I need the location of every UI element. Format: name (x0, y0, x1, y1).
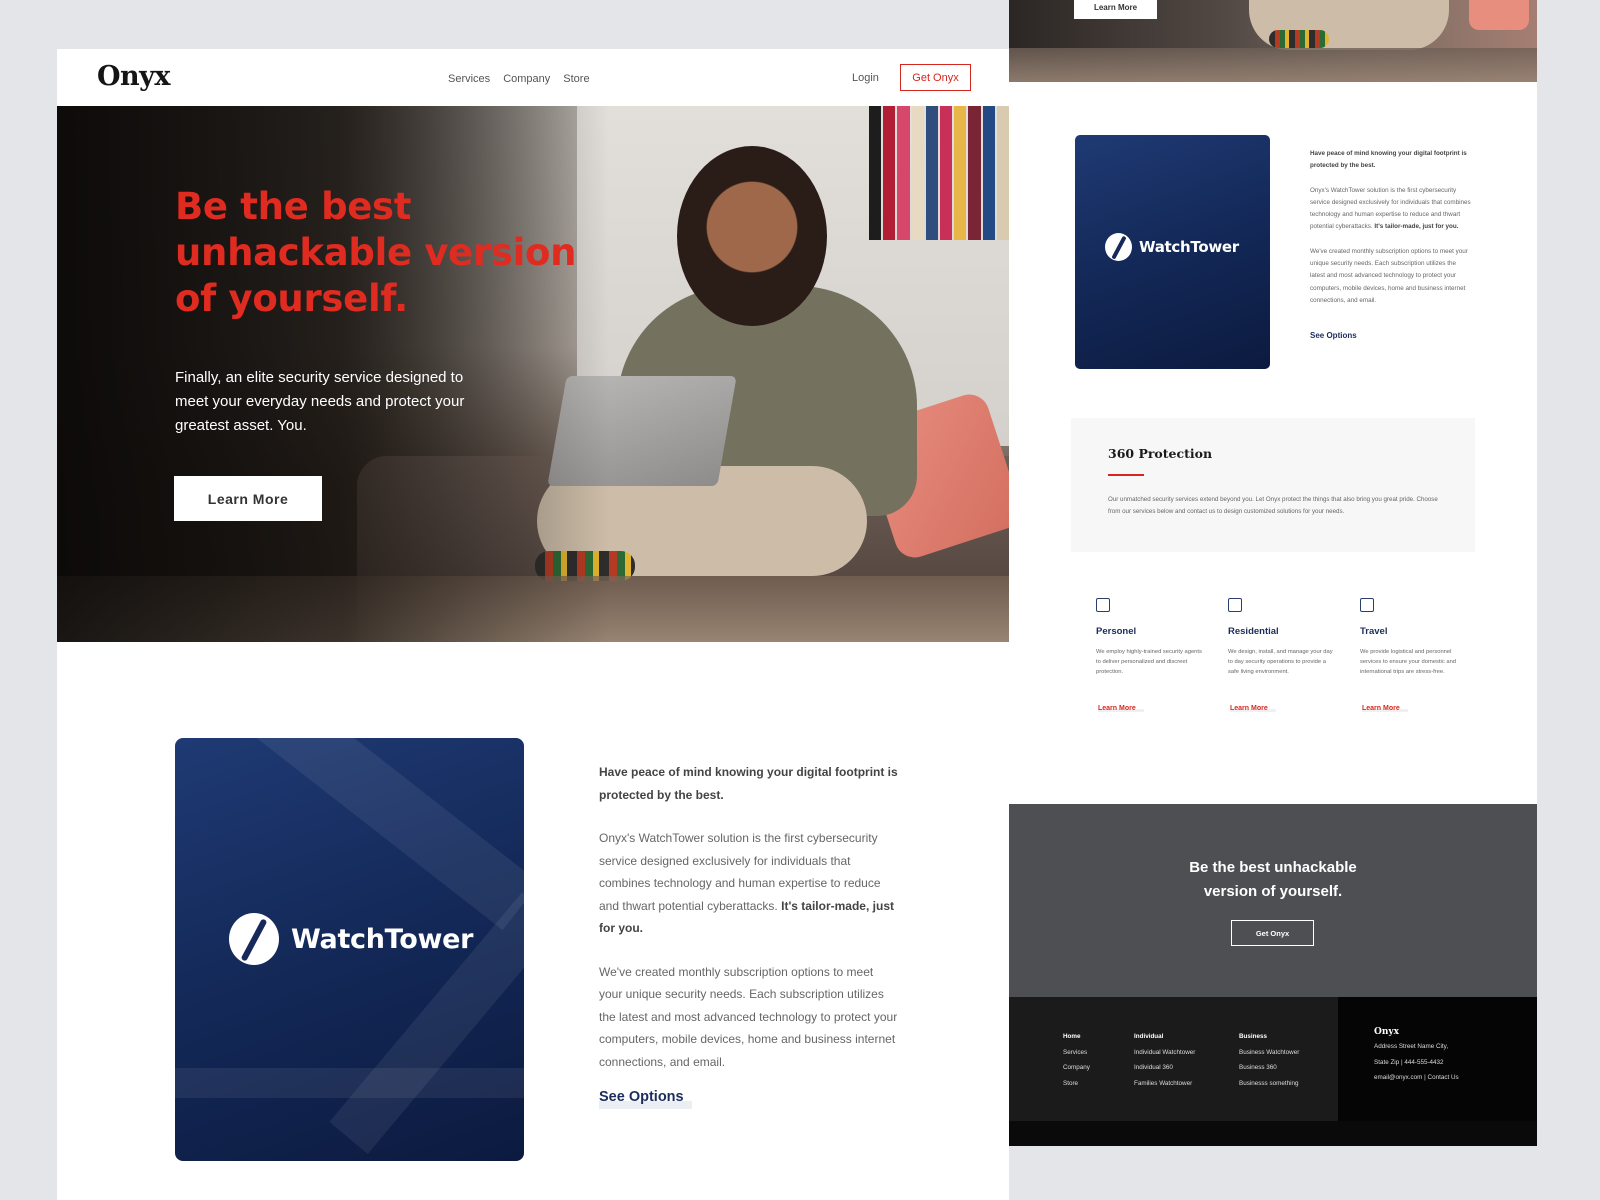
cta-title: Be the best unhackable version of yourse… (1189, 859, 1357, 900)
cta-section: Be the best unhackable version of yourse… (1009, 804, 1537, 997)
hero-photo-pillow (1469, 0, 1529, 30)
learn-more-button-small[interactable]: Learn More (1074, 0, 1157, 19)
footer-link[interactable]: Individual 360 (1134, 1060, 1195, 1076)
nav-link-store[interactable]: Store (563, 73, 589, 85)
watchtower-lead-small: Have peace of mind knowing your digital … (1310, 150, 1467, 170)
footer-link[interactable]: Individual Watchtower (1134, 1045, 1195, 1061)
service-text: We design, install, and manage your day … (1228, 649, 1333, 675)
see-options-link-small[interactable]: See Options (1310, 331, 1357, 340)
footer-address: Address Street Name City, (1374, 1043, 1449, 1050)
watchtower-copy-small: Have peace of mind knowing your digital … (1310, 148, 1472, 319)
hero-photo-table (1009, 48, 1537, 82)
watchtower-mark-icon (229, 913, 279, 965)
watchtower-paragraph-1-small: Onyx's WatchTower solution is the first … (1310, 186, 1471, 231)
personnel-icon (1096, 598, 1110, 612)
footer-contact: Onyx Address Street Name City, State Zip… (1374, 1025, 1459, 1086)
hero-section-bottom: Learn More (1009, 0, 1537, 82)
protection-text: Our unmatched security services extend b… (1108, 496, 1438, 515)
watchtower-card-small: WatchTower (1075, 135, 1270, 369)
hero-title: Be the best unhackable version of yourse… (175, 185, 577, 320)
service-travel: Travel We provide logistical and personn… (1360, 598, 1470, 712)
homepage-desktop: Onyx Services Company Store Login Get On… (57, 49, 1009, 1200)
footer-address-2: State Zip | 444-555-4432 (1374, 1058, 1444, 1066)
protection-section: 360 Protection Our unmatched security se… (1071, 418, 1475, 552)
watchtower-name: WatchTower (291, 923, 474, 955)
service-personnel: Personel We employ highly-trained securi… (1096, 598, 1206, 712)
footer-link[interactable]: Businesss something (1239, 1076, 1299, 1092)
hero-photo-sock (1269, 30, 1329, 48)
service-text: We provide logistical and personnel serv… (1360, 649, 1457, 675)
footer-col-business: Business Business Watchtower Business 36… (1239, 1029, 1299, 1091)
footer-email[interactable]: email@onyx.com | Contact Us (1374, 1070, 1459, 1086)
service-learn-more-link[interactable]: Learn More (1230, 705, 1276, 712)
get-onyx-button[interactable]: Get Onyx (900, 64, 971, 91)
protection-title: 360 Protection (1108, 446, 1213, 461)
footer-link-company[interactable]: Company (1063, 1060, 1090, 1076)
footer-link[interactable]: Business 360 (1239, 1060, 1299, 1076)
nav-link-services[interactable]: Services (448, 73, 490, 85)
plane-icon (1360, 598, 1374, 612)
watchtower-name-small: WatchTower (1139, 238, 1239, 256)
footer-link-services[interactable]: Services (1063, 1045, 1090, 1061)
footer-col-main: Home Services Company Store (1063, 1029, 1090, 1091)
homepage-continued: Learn More WatchTower Have peace of mind… (1009, 0, 1537, 1146)
top-nav: Onyx Services Company Store Login Get On… (57, 49, 1009, 106)
see-options-link[interactable]: See Options (599, 1089, 692, 1109)
footer-heading-individual[interactable]: Individual (1134, 1029, 1195, 1045)
watchtower-logo: WatchTower (229, 913, 473, 965)
watchtower-logo-small: WatchTower (1105, 233, 1239, 261)
service-title: Travel (1360, 626, 1388, 637)
watchtower-paragraph-1: Onyx's WatchTower solution is the first … (599, 831, 894, 935)
hero-subtitle: Finally, an elite security service desig… (175, 369, 465, 434)
onyx-logo[interactable]: Onyx (97, 61, 170, 92)
footer-link[interactable]: Business Watchtower (1239, 1045, 1299, 1061)
get-onyx-button-footer[interactable]: Get Onyx (1231, 920, 1314, 946)
service-learn-more-link[interactable]: Learn More (1362, 705, 1408, 712)
nav-links: Services Company Store (448, 73, 590, 85)
home-icon (1228, 598, 1242, 612)
nav-link-company[interactable]: Company (503, 73, 550, 85)
footer-bottom-bar (1009, 1121, 1537, 1146)
watchtower-card: WatchTower (175, 738, 524, 1161)
login-link[interactable]: Login (852, 72, 879, 84)
watchtower-paragraph-2-small: We've created monthly subscription optio… (1310, 247, 1468, 304)
watchtower-paragraph-2: We've created monthly subscription optio… (599, 964, 898, 1069)
watchtower-mark-icon (1105, 233, 1132, 261)
service-title: Personel (1096, 626, 1137, 637)
footer-link-home[interactable]: Home (1063, 1029, 1090, 1045)
protection-divider (1108, 474, 1144, 476)
watchtower-copy: Have peace of mind knowing your digital … (599, 761, 899, 1094)
learn-more-button[interactable]: Learn More (174, 476, 322, 521)
watchtower-lead: Have peace of mind knowing your digital … (599, 765, 898, 802)
footer-link[interactable]: Families Watchtower (1134, 1076, 1195, 1092)
footer-heading-business[interactable]: Business (1239, 1029, 1299, 1045)
service-learn-more-link[interactable]: Learn More (1098, 705, 1144, 712)
service-title: Residential (1228, 626, 1279, 637)
footer: Home Services Company Store Individual I… (1009, 997, 1537, 1121)
footer-logo[interactable]: Onyx (1374, 1025, 1459, 1039)
service-residential: Residential We design, install, and mana… (1228, 598, 1338, 712)
service-text: We employ highly-trained security agents… (1096, 649, 1202, 675)
footer-link-store[interactable]: Store (1063, 1076, 1090, 1092)
footer-col-individual: Individual Individual Watchtower Individ… (1134, 1029, 1195, 1091)
hero-section: Be the best unhackable version of yourse… (57, 106, 1009, 642)
